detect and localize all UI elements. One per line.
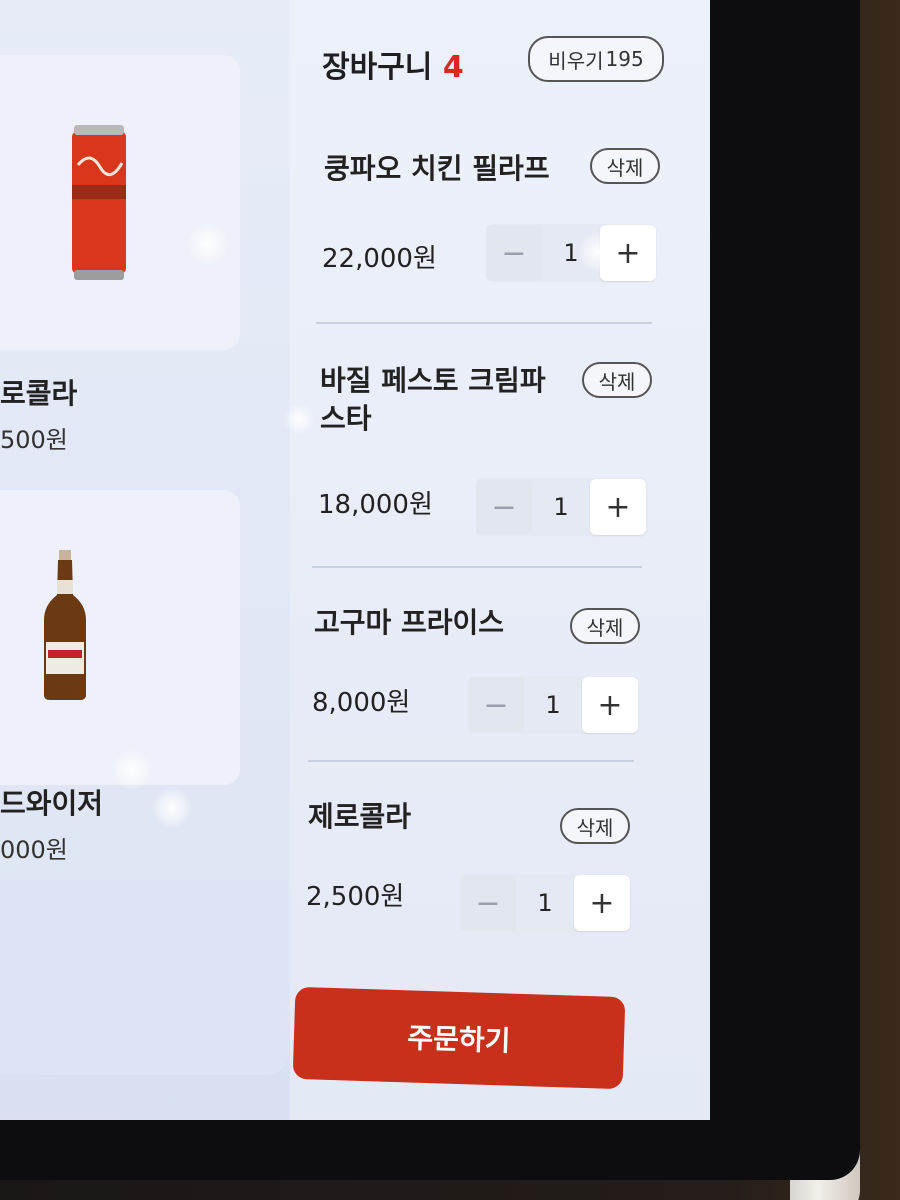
delete-button[interactable]: 삭제 bbox=[560, 808, 630, 844]
clear-cart-button[interactable]: 비우기 195 bbox=[528, 36, 664, 82]
increase-quantity-button[interactable]: + bbox=[574, 875, 630, 931]
quantity-stepper: − 1 + bbox=[476, 478, 646, 536]
quantity-stepper: − 1 + bbox=[468, 676, 638, 734]
delete-button[interactable]: 삭제 bbox=[570, 608, 640, 644]
decrease-quantity-button[interactable]: − bbox=[486, 225, 542, 281]
kiosk-screen: 로콜라 500원 드와이저 000원 장바구니 4 비우기 195 쿵파오 치킨… bbox=[0, 0, 710, 1120]
cart-title: 장바구니 4 bbox=[322, 42, 464, 86]
product-card[interactable] bbox=[0, 490, 240, 785]
cart-item-price: 18,000원 bbox=[318, 490, 433, 520]
quantity-value: 1 bbox=[553, 493, 569, 521]
item-divider bbox=[308, 760, 634, 762]
increase-quantity-button[interactable]: + bbox=[590, 479, 646, 535]
item-divider bbox=[316, 322, 652, 324]
increase-quantity-button[interactable]: + bbox=[582, 677, 638, 733]
cart-title-label: 장바구니 bbox=[322, 50, 433, 85]
item-divider bbox=[312, 566, 642, 568]
beer-bottle-image bbox=[44, 550, 86, 700]
product-panel: 로콜라 500원 드와이저 000원 bbox=[0, 0, 290, 1075]
cart-count-badge: 4 bbox=[442, 50, 464, 85]
cart-item-price: 2,500원 bbox=[306, 882, 405, 912]
quantity-stepper: − 1 + bbox=[486, 224, 656, 282]
cart-item-name: 바질 페스토 크림파스타 bbox=[320, 364, 546, 435]
quantity-stepper: − 1 + bbox=[460, 874, 630, 932]
place-order-button[interactable]: 주문하기 bbox=[292, 986, 626, 1090]
product-price: 500원 bbox=[0, 426, 68, 454]
delete-button[interactable]: 삭제 bbox=[582, 362, 652, 398]
quantity-value: 1 bbox=[563, 239, 579, 267]
cart-item-price: 22,000원 bbox=[322, 244, 437, 274]
photo-stage: 로콜라 500원 드와이저 000원 장바구니 4 비우기 195 쿵파오 치킨… bbox=[0, 0, 900, 1200]
increase-quantity-button[interactable]: + bbox=[600, 225, 656, 281]
clear-cart-label: 비우기 bbox=[548, 48, 604, 73]
cola-can-image bbox=[72, 125, 126, 280]
delete-button[interactable]: 삭제 bbox=[590, 148, 660, 184]
product-name: 로콜라 bbox=[0, 377, 78, 410]
cart-item-name: 제로콜라 bbox=[308, 800, 412, 833]
product-price: 000원 bbox=[0, 836, 68, 864]
decrease-quantity-button[interactable]: − bbox=[460, 875, 516, 931]
cart-item-price: 8,000원 bbox=[312, 688, 411, 718]
cart-panel: 장바구니 4 비우기 195 쿵파오 치킨 필라프 삭제 22,000원 − 1… bbox=[290, 0, 710, 1120]
decrease-quantity-button[interactable]: − bbox=[476, 479, 532, 535]
cart-item-name: 쿵파오 치킨 필라프 bbox=[324, 152, 550, 185]
decrease-quantity-button[interactable]: − bbox=[468, 677, 524, 733]
cart-item-name: 고구마 프라이스 bbox=[314, 606, 505, 639]
clear-cart-extra: 195 bbox=[605, 47, 644, 71]
product-name: 드와이저 bbox=[0, 787, 104, 820]
quantity-value: 1 bbox=[537, 889, 553, 917]
quantity-value: 1 bbox=[545, 691, 561, 719]
